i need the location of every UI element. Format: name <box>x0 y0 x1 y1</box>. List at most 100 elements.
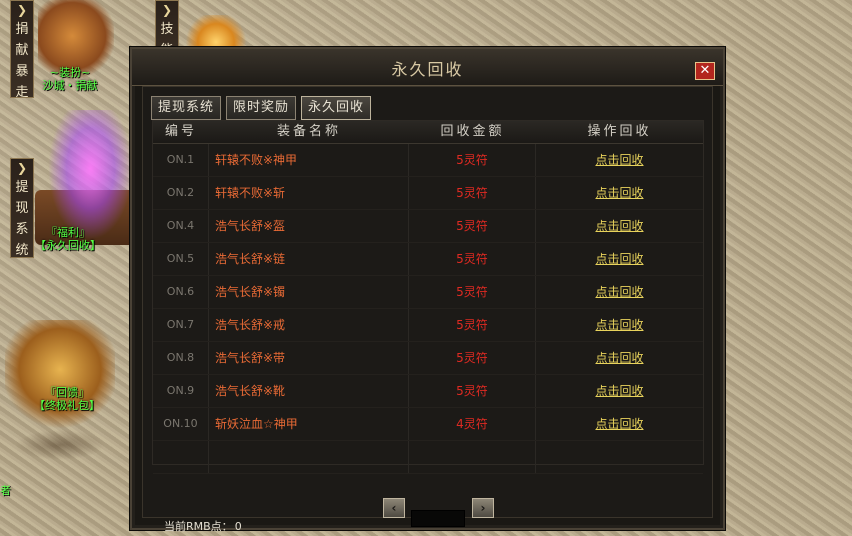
row-number: ON.7 <box>153 309 209 341</box>
chevron-right-icon: › <box>480 501 486 515</box>
item-name: 轩辕不败※斩 <box>209 177 409 209</box>
rmb-label: 当前RMB点： <box>164 520 233 533</box>
action-cell: 点击回收 <box>536 243 703 275</box>
recycle-link[interactable]: 点击回收 <box>595 285 643 299</box>
recycle-link[interactable]: 点击回收 <box>595 252 643 266</box>
tab-permanent-recycle[interactable]: 永久回收 <box>301 96 372 120</box>
flag-donation[interactable]: ❯ 捐 献 暴 走 <box>10 0 34 100</box>
page-indicator <box>411 510 465 527</box>
row-number: ON.10 <box>153 408 209 440</box>
recycle-amount: 5灵符 <box>409 375 536 407</box>
recycle-link[interactable]: 点击回收 <box>595 153 643 167</box>
action-cell: 点击回收 <box>536 210 703 242</box>
recycle-amount: 5灵符 <box>409 144 536 176</box>
flag-char: 现 <box>15 201 29 216</box>
row-number: ON.1 <box>153 144 209 176</box>
row-number: ON.8 <box>153 342 209 374</box>
recycle-amount: 5灵符 <box>409 342 536 374</box>
tab-timed-reward[interactable]: 限时奖励 <box>226 96 297 120</box>
item-name: 轩辕不败※神甲 <box>209 144 409 176</box>
empty-cell <box>409 441 536 473</box>
recycle-link[interactable]: 点击回收 <box>595 219 643 233</box>
action-cell: 点击回收 <box>536 375 703 407</box>
table-row: ON.5 浩气长舒※链 5灵符 点击回收 <box>153 243 703 276</box>
item-name: 浩气长舒※镯 <box>209 276 409 308</box>
flag-char: 提 <box>15 180 29 195</box>
npc-label-reward: 『回馈』 【终极礼包】 <box>26 386 108 412</box>
recycle-amount: 5灵符 <box>409 243 536 275</box>
table-row: ON.9 浩气长舒※靴 5灵符 点击回收 <box>153 375 703 408</box>
page-prev-button[interactable]: ‹ <box>383 498 405 518</box>
npc-label-line: 沙城・捐献 <box>42 79 98 92</box>
recycle-link[interactable]: 点击回收 <box>595 417 643 431</box>
flag-char: 暴 <box>15 64 29 79</box>
row-number: ON.6 <box>153 276 209 308</box>
npc-reward-sprite[interactable] <box>5 320 115 430</box>
row-number: ON.5 <box>153 243 209 275</box>
tab-bar: 提现系统 限时奖励 永久回收 <box>151 96 372 120</box>
chevron-down-icon: ❯ <box>16 161 28 175</box>
recycle-table: 编号 装备名称 回收金额 操作回收 ON.1 轩辕不败※神甲 5灵符 点击回收 … <box>152 120 704 474</box>
empty-cell <box>209 441 409 473</box>
recycle-link[interactable]: 点击回收 <box>595 384 643 398</box>
row-number: ON.2 <box>153 177 209 209</box>
recycle-amount: 5灵符 <box>409 210 536 242</box>
table-row: ON.6 浩气长舒※镯 5灵符 点击回收 <box>153 276 703 309</box>
tab-withdraw-system[interactable]: 提现系统 <box>151 96 222 120</box>
recycle-dialog: 永久回收 ✕ 提现系统 限时奖励 永久回收 编号 装备名称 回收金额 操作回收 … <box>130 47 725 533</box>
npc-label-donation: ~装扮~ 沙城・捐献 <box>32 66 108 92</box>
npc-label-line: 【永久回收】 <box>35 239 101 252</box>
table-row: ON.2 轩辕不败※斩 5灵符 点击回收 <box>153 177 703 210</box>
column-header: 回收金额 <box>440 124 505 139</box>
table-row: ON.8 浩气长舒※带 5灵符 点击回收 <box>153 342 703 375</box>
page-next-button[interactable]: › <box>472 498 494 518</box>
table-row-empty <box>153 441 703 474</box>
npc-label-line: 【终极礼包】 <box>34 399 100 412</box>
npc-recycle-crystal-sprite[interactable] <box>48 110 133 240</box>
chevron-left-icon: ‹ <box>391 501 397 515</box>
action-cell: 点击回收 <box>536 144 703 176</box>
row-number: ON.4 <box>153 210 209 242</box>
item-name: 浩气长舒※带 <box>209 342 409 374</box>
item-name: 浩气长舒※靴 <box>209 375 409 407</box>
chevron-down-icon: ❯ <box>16 3 28 17</box>
item-name: 斩妖泣血☆神甲 <box>209 408 409 440</box>
column-header: 装备名称 <box>276 124 341 139</box>
partial-text: 者 <box>0 484 11 497</box>
close-icon: ✕ <box>699 63 711 78</box>
item-name: 浩气长舒※链 <box>209 243 409 275</box>
recycle-amount: 4灵符 <box>409 408 536 440</box>
recycle-amount: 5灵符 <box>409 177 536 209</box>
recycle-amount: 5灵符 <box>409 309 536 341</box>
dialog-body: 提现系统 限时奖励 永久回收 编号 装备名称 回收金额 操作回收 ON.1 轩辕… <box>142 86 713 533</box>
recycle-amount: 5灵符 <box>409 276 536 308</box>
table-row: ON.1 轩辕不败※神甲 5灵符 点击回收 <box>153 144 703 177</box>
flag-char: 捐 <box>15 22 29 37</box>
recycle-link[interactable]: 点击回收 <box>595 318 643 332</box>
item-name: 浩气长舒※盔 <box>209 210 409 242</box>
row-number: ON.9 <box>153 375 209 407</box>
close-button[interactable]: ✕ <box>695 62 715 80</box>
npc-label-line: 『福利』 <box>46 226 90 239</box>
chevron-down-icon: ❯ <box>161 3 173 17</box>
recycle-link[interactable]: 点击回收 <box>595 186 643 200</box>
action-cell: 点击回收 <box>536 309 703 341</box>
recycle-link[interactable]: 点击回收 <box>595 351 643 365</box>
column-header: 编号 <box>164 124 197 139</box>
table-body: ON.1 轩辕不败※神甲 5灵符 点击回收 ON.2 轩辕不败※斩 5灵符 点击… <box>153 144 703 474</box>
empty-cell <box>536 441 703 473</box>
table-row: ON.7 浩气长舒※戒 5灵符 点击回收 <box>153 309 703 342</box>
action-cell: 点击回收 <box>536 276 703 308</box>
item-name: 浩气长舒※戒 <box>209 309 409 341</box>
flag-char: 献 <box>15 43 29 58</box>
table-row: ON.10 斩妖泣血☆神甲 4灵符 点击回收 <box>153 408 703 441</box>
npc-reward-shadow <box>15 430 105 460</box>
table-header: 编号 装备名称 回收金额 操作回收 <box>153 121 703 144</box>
action-cell: 点击回收 <box>536 408 703 440</box>
action-cell: 点击回收 <box>536 342 703 374</box>
rmb-value: 0 <box>234 520 242 533</box>
rmb-balance: 当前RMB点： 0 <box>164 518 242 534</box>
action-cell: 点击回收 <box>536 177 703 209</box>
dialog-title-bar[interactable]: 永久回收 ✕ <box>132 49 723 86</box>
column-header: 操作回收 <box>587 124 652 139</box>
